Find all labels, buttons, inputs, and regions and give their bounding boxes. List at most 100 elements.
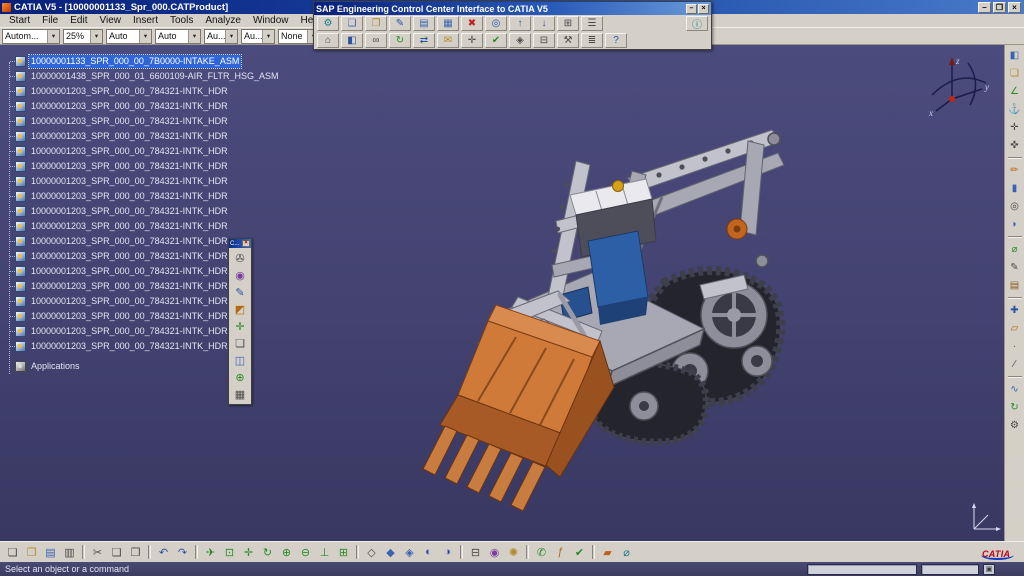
tree-item-label[interactable]: 10000001203_SPR_000_00_784321-INTK_HDR — [29, 235, 230, 248]
info-icon[interactable]: ⓘ — [686, 16, 708, 31]
open-folder-icon[interactable]: ❐ — [365, 16, 387, 31]
part-icon[interactable] — [15, 236, 26, 247]
zoom-out-icon[interactable]: ⊖ — [297, 544, 314, 561]
tree-item-label[interactable]: 10000001203_SPR_000_00_784321-INTK_HDR — [29, 340, 230, 353]
part-icon[interactable] — [15, 341, 26, 352]
settings-icon[interactable]: ⚙ — [317, 16, 339, 31]
update-icon[interactable]: ↻ — [1007, 400, 1023, 415]
minimize-button[interactable]: – — [978, 2, 991, 13]
fix-anchor-icon[interactable]: ⚓ — [1007, 102, 1023, 117]
measure-between-icon[interactable]: ⌀ — [618, 544, 635, 561]
part-icon[interactable] — [15, 296, 26, 307]
fly-mode-icon[interactable]: ✈ — [202, 544, 219, 561]
menu-item[interactable]: Start — [3, 14, 36, 27]
menu-item[interactable]: View — [93, 14, 127, 27]
move-icon[interactable]: ✜ — [1007, 138, 1023, 153]
tree-item[interactable]: 10000001203_SPR_000_00_784321-INTK_HDR — [3, 159, 281, 174]
cancel-icon[interactable]: ✖ — [461, 16, 483, 31]
part-icon[interactable] — [15, 281, 26, 292]
refresh-icon[interactable]: ↻ — [389, 33, 411, 48]
upload-icon[interactable]: ↑ — [509, 16, 531, 31]
graphic-properties-combo[interactable]: Autom... ▾ — [2, 29, 60, 44]
edit-icon[interactable]: ✎ — [389, 16, 411, 31]
redo-icon[interactable]: ↷ — [174, 544, 191, 561]
compass-origin[interactable] — [949, 96, 955, 102]
chevron-down-icon[interactable]: ▾ — [90, 30, 102, 43]
tree-item-label[interactable]: 10000001203_SPR_000_00_784321-INTK_HDR — [29, 265, 230, 278]
expand-icon[interactable]: ▣ — [983, 564, 995, 575]
3d-viewport[interactable]: z y x 10000001133_SPR_000_00_7B0000-INTA… — [0, 45, 1024, 541]
part-icon[interactable] — [15, 251, 26, 262]
open-folder-icon[interactable]: ❐ — [23, 544, 40, 561]
tree-item-label[interactable]: 10000001203_SPR_000_00_784321-INTK_HDR — [29, 85, 230, 98]
tree-item-label[interactable]: 10000001203_SPR_000_00_784321-INTK_HDR — [29, 160, 230, 173]
rendering-style-combo[interactable]: Au... ▾ — [241, 29, 275, 44]
part-icon[interactable] — [15, 116, 26, 127]
tree-item-label[interactable]: 10000001203_SPR_000_00_784321-INTK_HDR — [29, 325, 230, 338]
tree-item-label[interactable]: 10000001203_SPR_000_00_784321-INTK_HDR — [29, 220, 230, 233]
point-icon[interactable]: ∙ — [1007, 339, 1023, 354]
tree-item[interactable]: 10000001203_SPR_000_00_784321-INTK_HDR — [3, 99, 281, 114]
pad-icon[interactable]: ▮ — [1007, 181, 1023, 196]
product-structure-icon[interactable]: ◧ — [1007, 48, 1023, 63]
tools-icon[interactable]: ⚒ — [557, 33, 579, 48]
floating-toolbar-titlebar[interactable]: C... × — [229, 239, 251, 248]
close-button[interactable]: × — [1008, 2, 1021, 13]
measure-icon[interactable]: ✛ — [231, 318, 249, 334]
tree-item[interactable]: 10000001203_SPR_000_00_784321-INTK_HDR — [3, 114, 281, 129]
tree-item-label[interactable]: 10000001438_SPR_000_01_6600109-AIR_FLTR_… — [29, 70, 281, 83]
axis-system-icon[interactable]: ✚ — [1007, 303, 1023, 318]
menu-item[interactable]: Window — [247, 14, 295, 27]
part-icon[interactable] — [15, 221, 26, 232]
attach-icon[interactable]: ✇ — [231, 250, 249, 266]
menu-item[interactable]: Tools — [164, 14, 199, 27]
applications-label[interactable]: Applications — [29, 360, 82, 373]
chevron-down-icon[interactable]: ▾ — [188, 30, 200, 43]
copy-icon[interactable]: ❑ — [108, 544, 125, 561]
status-check-icon[interactable]: ✔ — [485, 33, 507, 48]
part-icon[interactable] — [15, 131, 26, 142]
annotations-icon[interactable]: ✎ — [1007, 260, 1023, 275]
tree-item[interactable]: 10000001203_SPR_000_00_784321-INTK_HDR — [3, 219, 281, 234]
part-icon[interactable] — [15, 86, 26, 97]
load-part-icon[interactable]: ◧ — [341, 33, 363, 48]
constraints-icon[interactable]: ∠ — [1007, 84, 1023, 99]
component-icon[interactable]: ❏ — [1007, 66, 1023, 81]
tree-collapse-icon[interactable]: ⊟ — [533, 33, 555, 48]
settings-icon[interactable]: ⚙ — [1007, 418, 1023, 433]
separator[interactable] — [460, 545, 463, 559]
close-icon[interactable]: × — [242, 240, 250, 247]
view-compass[interactable]: z y x — [924, 53, 994, 119]
separator[interactable] — [1008, 157, 1022, 159]
line-weight-combo[interactable]: Auto ▾ — [106, 29, 152, 44]
new-document-icon[interactable]: ❏ — [341, 16, 363, 31]
surface-icon[interactable]: ∿ — [1007, 382, 1023, 397]
tree-item[interactable]: 10000001203_SPR_000_00_784321-INTK_HDR — [3, 144, 281, 159]
structure-icon[interactable]: ⊞ — [557, 16, 579, 31]
part-icon[interactable] — [15, 56, 26, 67]
multi-view-icon[interactable]: ⊞ — [335, 544, 352, 561]
tree-item-label[interactable]: 10000001203_SPR_000_00_784321-INTK_HDR — [29, 190, 230, 203]
sketcher-icon[interactable]: ✏ — [1007, 163, 1023, 178]
save-icon[interactable]: ▤ — [42, 544, 59, 561]
separator[interactable] — [195, 545, 198, 559]
restore-button[interactable]: ❐ — [993, 2, 1006, 13]
tree-item[interactable]: 10000001133_SPR_000_00_7B0000-INTAKE_ASM — [3, 54, 281, 69]
separator[interactable] — [1008, 376, 1022, 378]
tree-item-label[interactable]: 10000001203_SPR_000_00_784321-INTK_HDR — [29, 250, 230, 263]
applications-icon[interactable] — [15, 361, 26, 372]
tree-item-label[interactable]: 10000001203_SPR_000_00_784321-INTK_HDR — [29, 115, 230, 128]
workspace-icon[interactable]: ⌂ — [317, 33, 339, 48]
save-icon[interactable]: ▤ — [413, 16, 435, 31]
fillet-icon[interactable]: ◗ — [1007, 217, 1023, 232]
separator[interactable] — [82, 545, 85, 559]
tree-item[interactable]: 10000001203_SPR_000_00_784321-INTK_HDR — [3, 204, 281, 219]
paste-icon[interactable]: ❒ — [127, 544, 144, 561]
transfer-icon[interactable]: ⇄ — [413, 33, 435, 48]
new-document-icon[interactable]: ❏ — [4, 544, 21, 561]
tree-item-label[interactable]: 10000001203_SPR_000_00_784321-INTK_HDR — [29, 175, 230, 188]
shading-icon[interactable]: ◆ — [382, 544, 399, 561]
check-icon[interactable]: ✔ — [571, 544, 588, 561]
search-icon[interactable]: ◎ — [485, 16, 507, 31]
print-icon[interactable]: ▥ — [61, 544, 78, 561]
